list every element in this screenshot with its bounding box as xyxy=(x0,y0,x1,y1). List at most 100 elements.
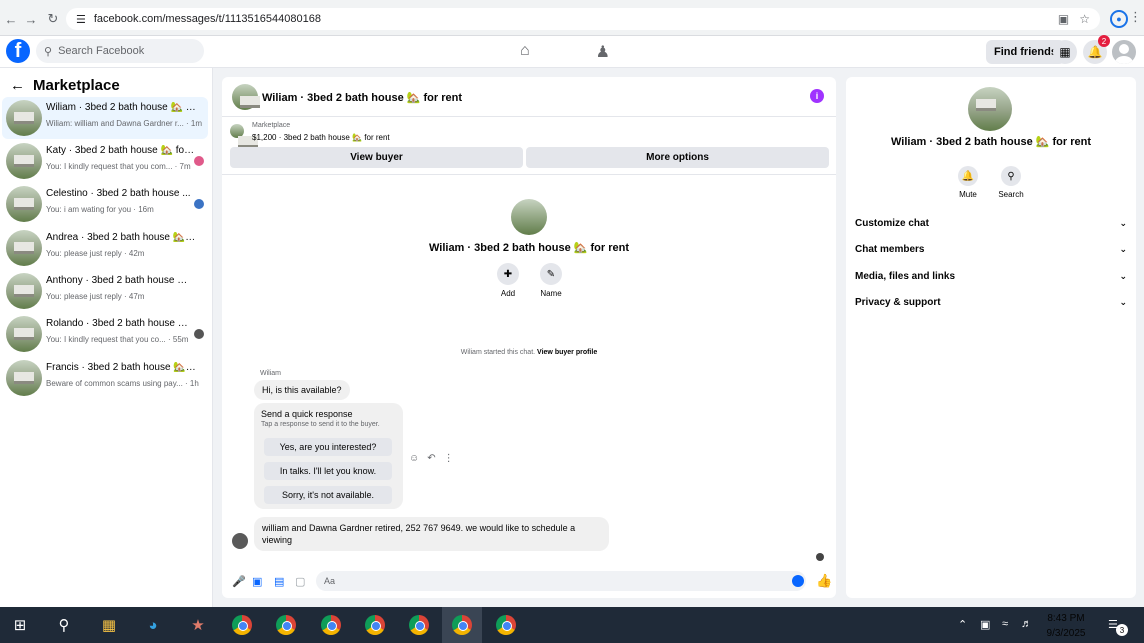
chat-intro-title: Wiliam · 3bed 2 bath house 🏡 for rent xyxy=(428,242,629,254)
marketplace-label: Marketplace xyxy=(252,122,291,129)
conversation-item[interactable]: Rolando · 3bed 2 bath house 🏡 ... You: I… xyxy=(2,313,208,355)
wifi-icon[interactable]: ≈ xyxy=(1002,618,1008,630)
name-label: Name xyxy=(540,289,562,298)
more-icon[interactable]: ⋮ xyxy=(444,453,454,464)
meet-icon[interactable]: ▣ xyxy=(980,618,990,631)
install-icon[interactable]: ▣ xyxy=(1058,12,1069,26)
home-icon[interactable]: ⌂ xyxy=(520,42,530,62)
microphone-icon[interactable]: 🎤 xyxy=(232,575,246,588)
chrome-icon[interactable] xyxy=(363,613,387,637)
customize-chat-item[interactable]: Customize chat ⌄ xyxy=(855,213,1127,233)
search-icon[interactable]: ⚲ xyxy=(1001,166,1021,186)
react-emoji-icon[interactable]: ☺ xyxy=(409,453,419,464)
time: 8:43 PM xyxy=(1047,613,1085,624)
conversation-item[interactable]: Wiliam · 3bed 2 bath house 🏡 for... Wili… xyxy=(2,97,208,139)
quick-reply-button[interactable]: Yes, are you interested? xyxy=(264,438,392,456)
chrome-icon[interactable] xyxy=(450,613,474,637)
address-bar[interactable]: ☰ facebook.com/messages/t/11135165440801… xyxy=(66,8,1100,30)
info-icon[interactable]: i xyxy=(810,89,824,103)
gif-icon[interactable]: ▢ xyxy=(295,575,305,588)
chat-header: Wiliam · 3bed 2 bath house 🏡 for rent i xyxy=(222,77,836,117)
facebook-logo-icon[interactable]: f xyxy=(6,39,30,63)
file-explorer-icon[interactable]: ▦ xyxy=(97,613,121,637)
conversation-name: Francis · 3bed 2 bath house 🏡 for... xyxy=(46,362,196,373)
edge-icon[interactable]: ◕ xyxy=(141,613,165,637)
back-arrow-icon[interactable]: ← xyxy=(10,77,25,94)
conversation-name: Celestino · 3bed 2 bath house ... xyxy=(46,188,191,199)
chevron-up-icon[interactable]: ⌃ xyxy=(958,618,967,631)
app-icon[interactable]: ★ xyxy=(186,613,210,637)
listing-thumbnail xyxy=(6,143,42,179)
view-buyer-profile-link[interactable]: View buyer profile xyxy=(537,349,597,356)
search-label: Search xyxy=(998,190,1024,199)
edit-name-icon[interactable]: ✎ xyxy=(540,263,562,285)
conversation-item[interactable]: Anthony · 3bed 2 bath house 🏡 f... You: … xyxy=(2,270,208,312)
windows-taskbar: ⊞ ⚲ ▦ ◕ ★ ⌃ ▣ ≈ ♬ 8:43 PM 9/3/2025 ☰ 3 xyxy=(0,607,1144,643)
kebab-menu-icon[interactable]: ⋮ xyxy=(1129,9,1142,25)
clock[interactable]: 8:43 PM 9/3/2025 xyxy=(1042,611,1090,641)
chat-started-note: Wiliam started this chat. View buyer pro… xyxy=(222,349,836,356)
chrome-icon[interactable] xyxy=(230,613,254,637)
chrome-icon[interactable] xyxy=(319,613,343,637)
notification-count-badge: 3 xyxy=(1116,624,1128,636)
add-person-icon[interactable]: ✚ xyxy=(497,263,519,285)
privacy-support-item[interactable]: Privacy & support ⌄ xyxy=(855,292,1127,312)
conversation-item[interactable]: Katy · 3bed 2 bath house 🏡 for ... You: … xyxy=(2,140,208,182)
thumbs-up-icon[interactable]: 👍 xyxy=(816,573,832,589)
emoji-icon[interactable] xyxy=(792,575,804,587)
conversation-item[interactable]: Andrea · 3bed 2 bath house 🏡 for... You:… xyxy=(2,227,208,269)
avatar[interactable] xyxy=(1112,40,1136,64)
message-composer: 🎤 ▣ ▤ ▢ Aa 👍 xyxy=(232,571,832,593)
conversation-item[interactable]: Celestino · 3bed 2 bath house ... You: i… xyxy=(2,183,208,225)
message-input[interactable]: Aa xyxy=(316,571,806,591)
view-buyer-button[interactable]: View buyer xyxy=(230,147,523,168)
chat-members-item[interactable]: Chat members ⌄ xyxy=(855,239,1127,259)
message-bubble: william and Dawna Gardner retired, 252 7… xyxy=(254,517,609,551)
quick-response-title: Send a quick response xyxy=(261,409,353,419)
volume-icon[interactable]: ♬ xyxy=(1021,618,1032,630)
chrome-icon[interactable] xyxy=(494,613,518,637)
conversation-preview: You: i am wating for you · 16m xyxy=(46,205,154,214)
chrome-icon[interactable] xyxy=(407,613,431,637)
chat-title[interactable]: Wiliam · 3bed 2 bath house 🏡 for rent xyxy=(262,91,462,104)
chat-panel: Wiliam · 3bed 2 bath house 🏡 for rent i … xyxy=(222,77,836,598)
conversation-name: Andrea · 3bed 2 bath house 🏡 for... xyxy=(46,232,196,243)
sender-name: Wiliam xyxy=(260,370,281,377)
item-label: Customize chat xyxy=(855,217,929,229)
groups-icon[interactable]: ♟ xyxy=(596,42,610,62)
conversation-preview: You: please just reply · 47m xyxy=(46,292,145,301)
conversation-preview: You: I kindly request that you co... · 5… xyxy=(46,335,189,344)
bookmark-star-icon[interactable]: ☆ xyxy=(1079,12,1090,26)
listing-thumbnail xyxy=(511,199,547,235)
listing-thumbnail[interactable] xyxy=(232,84,260,110)
notification-count-badge: 2 xyxy=(1098,35,1110,47)
back-icon[interactable]: ← xyxy=(0,8,22,30)
quick-reply-button[interactable]: In talks. I'll let you know. xyxy=(264,462,392,480)
forward-icon[interactable]: → xyxy=(20,8,42,30)
site-settings-icon[interactable]: ☰ xyxy=(76,13,86,26)
reply-icon[interactable]: ↶ xyxy=(427,453,435,464)
listing-thumbnail xyxy=(968,87,1012,131)
search-icon[interactable]: ⚲ xyxy=(52,613,76,637)
listing-thumbnail xyxy=(6,100,42,136)
profile-icon[interactable]: ● xyxy=(1110,10,1128,28)
sidebar-title: Marketplace xyxy=(33,76,120,94)
conversation-name: Wiliam · 3bed 2 bath house 🏡 for... xyxy=(46,102,196,113)
menu-grid-icon[interactable]: ▦ xyxy=(1053,40,1077,64)
chrome-icon[interactable] xyxy=(274,613,298,637)
sticker-icon[interactable]: ▤ xyxy=(274,575,284,588)
windows-start-icon[interactable]: ⊞ xyxy=(8,613,32,637)
avatar[interactable] xyxy=(232,533,248,549)
quick-reply-button[interactable]: Sorry, it's not available. xyxy=(264,486,392,504)
conversation-preview: Wiliam: william and Dawna Gardner r... ·… xyxy=(46,119,203,128)
conversation-name: Anthony · 3bed 2 bath house 🏡 f... xyxy=(46,275,196,286)
more-options-button[interactable]: More options xyxy=(526,147,829,168)
search-input[interactable]: ⚲ Search Facebook xyxy=(36,39,204,63)
reload-icon[interactable]: ↻ xyxy=(42,8,64,30)
media-files-links-item[interactable]: Media, files and links ⌄ xyxy=(855,266,1127,286)
conversation-name: Rolando · 3bed 2 bath house 🏡 ... xyxy=(46,318,196,329)
listing-thumbnail xyxy=(6,186,42,222)
conversation-item[interactable]: Francis · 3bed 2 bath house 🏡 for... Bew… xyxy=(2,357,208,399)
photo-icon[interactable]: ▣ xyxy=(252,575,262,588)
mute-bell-icon[interactable]: 🔔 xyxy=(958,166,978,186)
